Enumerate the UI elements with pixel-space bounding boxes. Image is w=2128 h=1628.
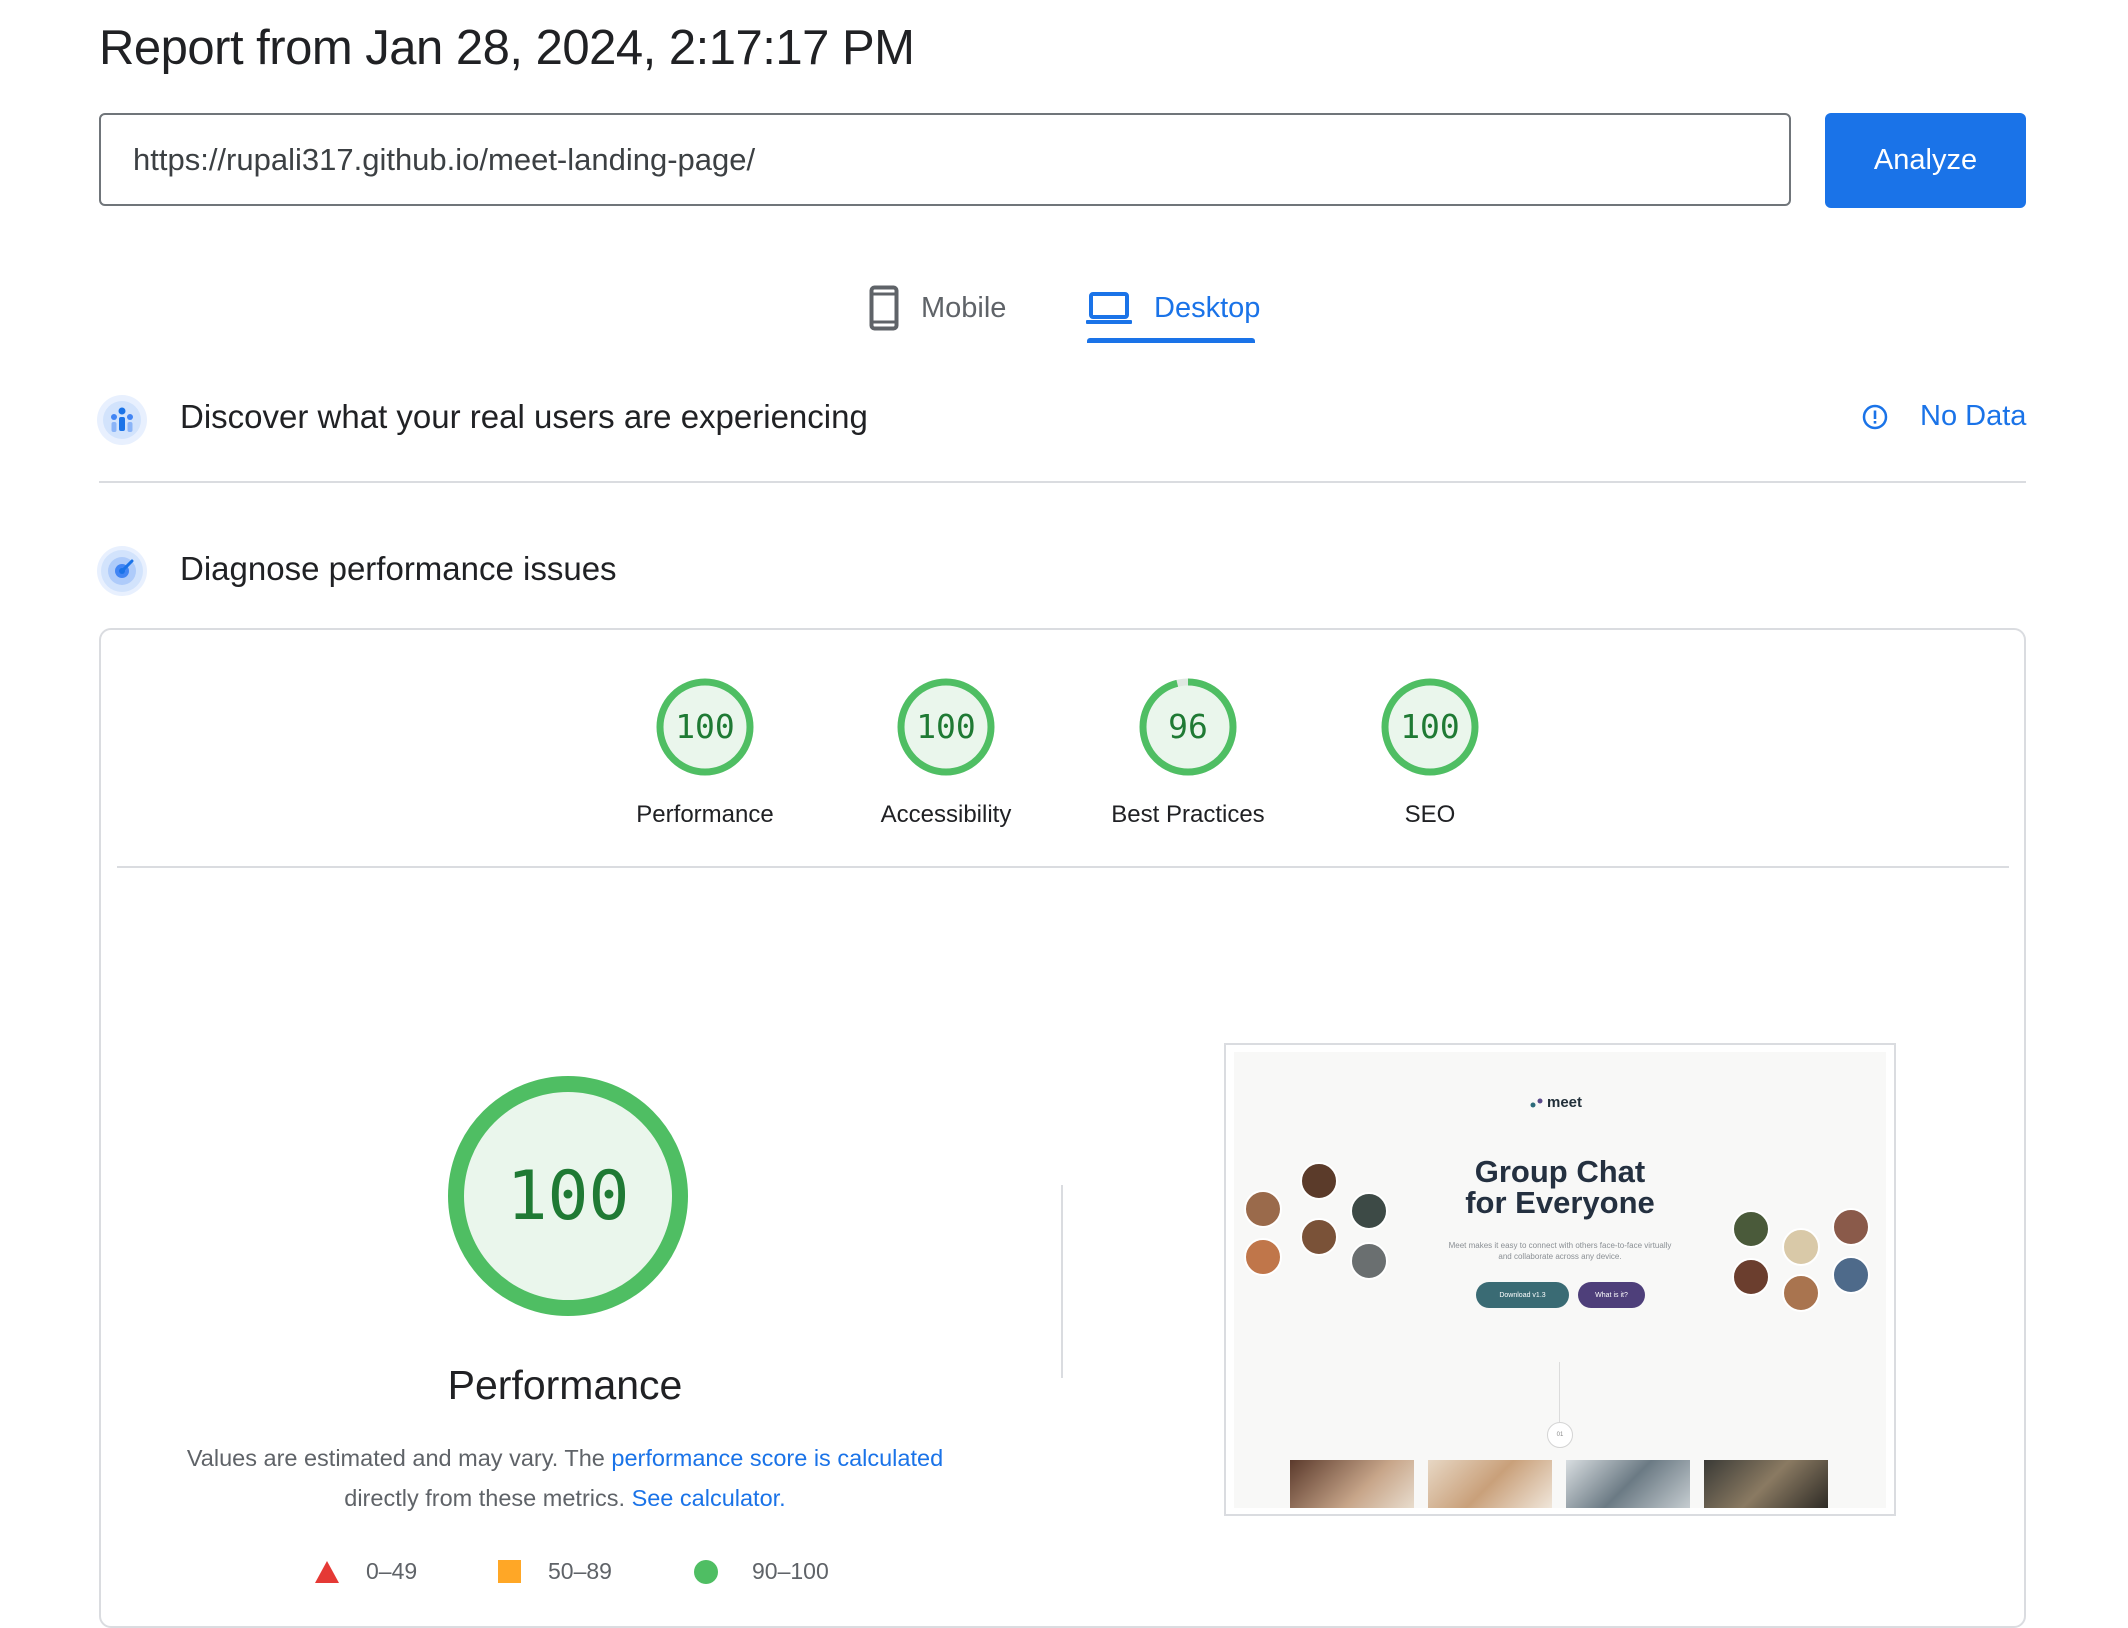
tab-mobile[interactable]: Mobile	[869, 270, 1006, 346]
gauge-label-seo: SEO	[1404, 801, 1456, 828]
gauge-performance[interactable]: 100	[655, 677, 755, 782]
vertical-divider	[1061, 1185, 1063, 1378]
thumb-subtext-line1: Meet makes it easy to connect with other…	[1448, 1241, 1672, 1250]
final-screenshot: meet Group Chat for Everyone Meet makes …	[1234, 1052, 1886, 1508]
avatar	[1782, 1228, 1820, 1266]
gauge-score: 100	[675, 707, 735, 746]
desc-text: Values are estimated and may vary. The	[186, 1445, 612, 1471]
crux-status[interactable]: No Data	[1862, 400, 2026, 433]
info-icon	[1862, 404, 1888, 430]
tab-desktop-label: Desktop	[1154, 291, 1261, 324]
circle-icon	[694, 1559, 718, 1584]
performance-score: 100	[507, 1157, 630, 1236]
phone-icon	[869, 285, 899, 331]
gauge-ring: 100	[897, 678, 995, 776]
no-data-label: No Data	[1920, 400, 2027, 432]
legend-pass: 90–100	[694, 1558, 829, 1585]
avatar	[1782, 1274, 1820, 1312]
gauge-ring: 100	[1381, 678, 1479, 776]
see-calculator-link[interactable]: See calculator.	[632, 1485, 786, 1511]
users-chart-icon	[97, 395, 147, 445]
thumb-headline-line1: Group Chat	[1474, 1154, 1646, 1189]
performance-description: Values are estimated and may vary. The p…	[150, 1438, 980, 1518]
speedometer-icon	[97, 546, 147, 596]
thumb-headline: Group Chat for Everyone	[1410, 1156, 1710, 1218]
card-divider	[117, 866, 2009, 868]
legend-range: 50–89	[548, 1558, 612, 1584]
report-title: Report from Jan 28, 2024, 2:17:17 PM	[99, 21, 915, 75]
url-input-box[interactable]	[99, 113, 1791, 206]
avatar	[1350, 1242, 1388, 1280]
avatar	[1732, 1258, 1770, 1296]
meet-logo-text: meet	[1547, 1094, 1583, 1111]
gauge-best-practices[interactable]: 96	[1138, 677, 1238, 782]
thumb-photo	[1704, 1460, 1828, 1508]
avatar	[1832, 1208, 1870, 1246]
crux-section-title: Discover what your real users are experi…	[180, 398, 868, 435]
tab-selected-indicator	[1087, 338, 1255, 343]
gauge-ring: 96	[1139, 678, 1237, 776]
performance-gauge-large: 100	[446, 1074, 690, 1323]
gauge-seo[interactable]: 100	[1380, 677, 1480, 782]
analyze-button[interactable]: Analyze	[1825, 113, 2026, 208]
thumb-photo	[1428, 1460, 1552, 1508]
avatar	[1300, 1162, 1338, 1200]
avatar	[1732, 1210, 1770, 1248]
gauge-score: 100	[916, 707, 976, 746]
gauge-label-best-practices: Best Practices	[1111, 801, 1265, 828]
thumb-photo	[1290, 1460, 1414, 1508]
thumb-subtext-line2: and collaborate across any device.	[1498, 1252, 1622, 1261]
meet-logo-icon	[1530, 1098, 1543, 1107]
meet-logo: meet	[1530, 1094, 1582, 1111]
performance-title: Performance	[447, 1362, 683, 1408]
gauge-accessibility[interactable]: 100	[896, 677, 996, 782]
gauge-label-performance: Performance	[636, 801, 774, 828]
legend-range: 0–49	[366, 1558, 418, 1584]
legend-fail: 0–49	[314, 1558, 417, 1585]
tab-desktop[interactable]: Desktop	[1086, 270, 1260, 346]
avatar	[1300, 1218, 1338, 1256]
gauge-score: 96	[1168, 707, 1208, 746]
gauge-label-accessibility: Accessibility	[880, 801, 1012, 828]
thumb-what-button: What is it?	[1578, 1282, 1645, 1308]
gauge-score: 100	[1400, 707, 1460, 746]
thumb-photo	[1566, 1460, 1690, 1508]
thumb-headline-line2: for Everyone	[1465, 1185, 1655, 1220]
section-divider	[99, 481, 2026, 483]
desc-text: directly from these metrics.	[344, 1485, 632, 1511]
legend-range: 90–100	[752, 1558, 829, 1584]
gauge-ring: 100	[448, 1076, 688, 1316]
avatar	[1832, 1256, 1870, 1294]
gauge-ring: 100	[656, 678, 754, 776]
score-calculated-link[interactable]: performance score is calculated	[611, 1445, 943, 1471]
triangle-icon	[315, 1560, 339, 1583]
step-line	[1559, 1362, 1560, 1422]
square-icon	[498, 1560, 521, 1583]
thumb-subtext: Meet makes it easy to connect with other…	[1410, 1240, 1710, 1262]
url-input[interactable]	[131, 140, 1789, 179]
step-badge: 01	[1547, 1422, 1573, 1448]
tab-mobile-label: Mobile	[921, 291, 1007, 324]
legend-average: 50–89	[498, 1558, 612, 1585]
laptop-icon	[1086, 291, 1132, 325]
diagnose-section-title: Diagnose performance issues	[180, 550, 617, 587]
avatar	[1350, 1192, 1388, 1230]
avatar	[1244, 1190, 1282, 1228]
avatar	[1244, 1238, 1282, 1276]
thumb-download-button: Download v1.3	[1476, 1282, 1569, 1308]
